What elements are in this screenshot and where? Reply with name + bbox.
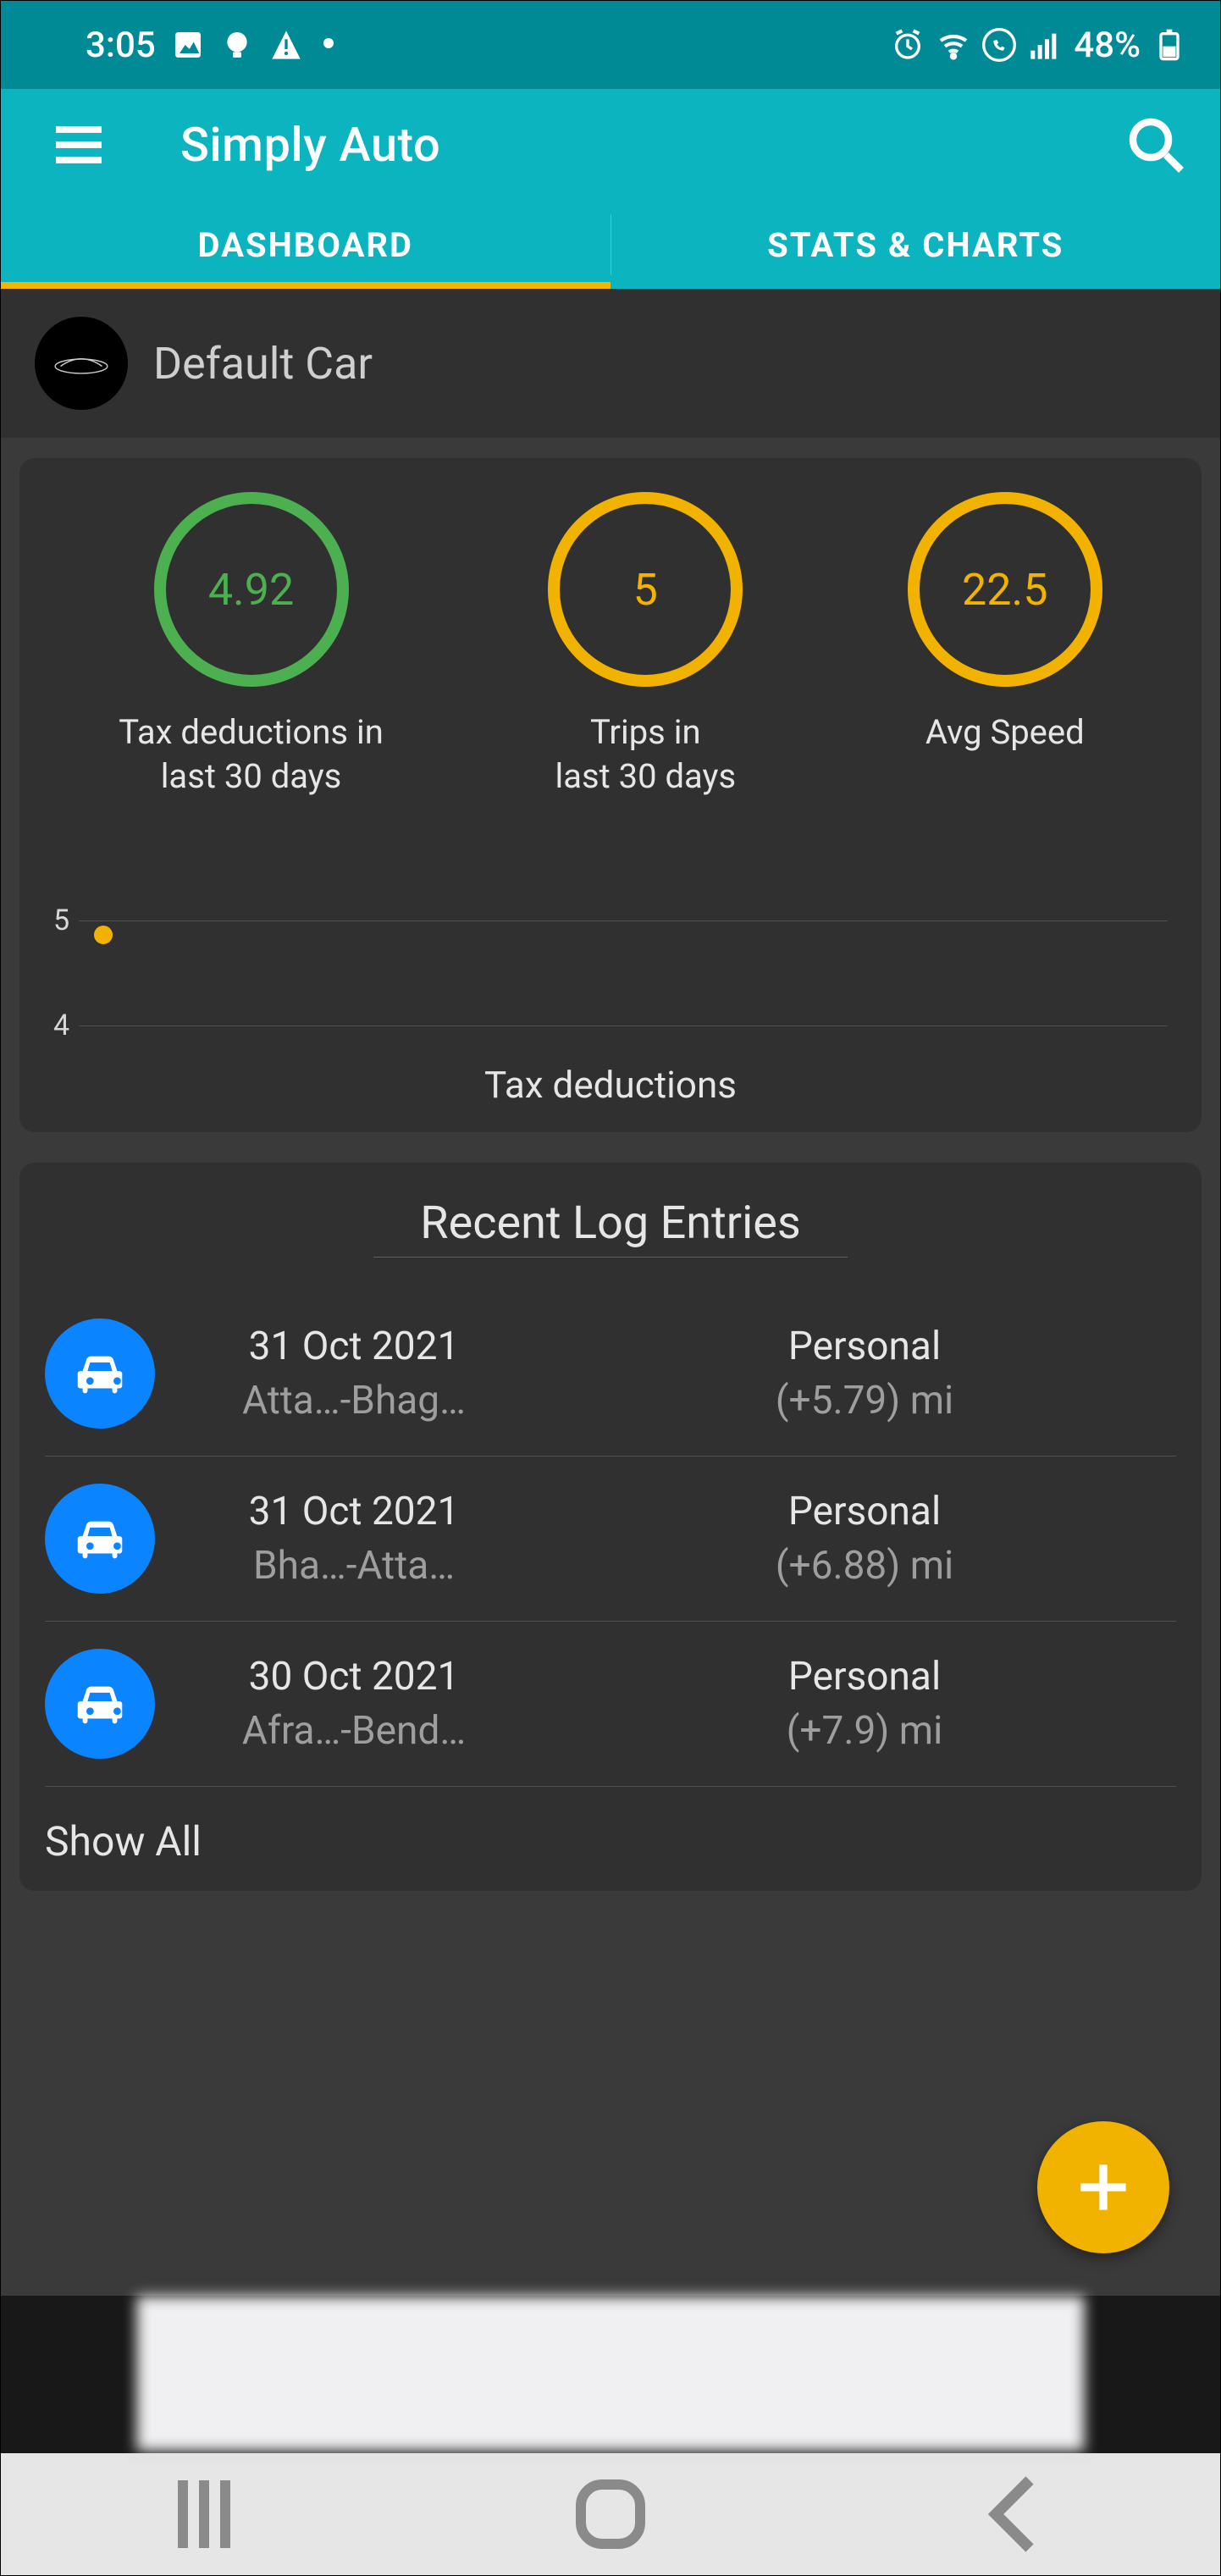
car-icon [45, 1484, 155, 1594]
chart-caption: Tax deductions [53, 1063, 1168, 1107]
ad-strip [1, 2296, 1220, 2453]
log-route: Atta…-Bhag… [197, 1378, 511, 1423]
recents-button[interactable] [153, 2480, 255, 2548]
tab-dashboard-label: DASHBOARD [197, 225, 413, 265]
status-right: 48% [891, 25, 1186, 66]
tab-dashboard[interactable]: DASHBOARD [1, 201, 610, 289]
log-item[interactable]: 31 Oct 2021 Atta…-Bhag… Personal (+5.79)… [45, 1291, 1176, 1457]
stat-tax-deductions[interactable]: 4.92 Tax deductions in last 30 days [119, 492, 384, 799]
log-distance: (+6.88) mi [553, 1543, 1176, 1589]
vehicle-avatar[interactable] [35, 317, 128, 410]
log-item[interactable]: 31 Oct 2021 Bha…-Atta… Personal (+6.88) … [45, 1457, 1176, 1622]
app-bar: Simply Auto [1, 89, 1220, 201]
log-route: Afra…-Bend… [197, 1708, 511, 1754]
bulb-icon [220, 28, 254, 62]
battery-percent: 48% [1074, 25, 1141, 66]
ad-banner[interactable] [136, 2296, 1085, 2452]
image-icon [171, 28, 205, 62]
log-card: Recent Log Entries 31 Oct 2021 Atta…-Bha… [19, 1163, 1202, 1891]
log-date: 31 Oct 2021 [197, 1489, 511, 1534]
log-list: 31 Oct 2021 Atta…-Bhag… Personal (+5.79)… [45, 1291, 1176, 1787]
home-button[interactable] [560, 2480, 661, 2548]
chart-gridline-5 [79, 920, 1168, 921]
chart-ylabel-4: 4 [53, 1009, 69, 1042]
log-date: 30 Oct 2021 [197, 1654, 511, 1700]
log-type: Personal [553, 1654, 1176, 1700]
log-title-underline [373, 1257, 848, 1258]
tab-stats-label: STATS & CHARTS [767, 225, 1064, 265]
stat-ring-trips: 5 [548, 492, 743, 687]
tab-stats-charts[interactable]: STATS & CHARTS [611, 201, 1221, 289]
chart-data-point [94, 926, 113, 944]
log-title: Recent Log Entries [45, 1197, 1176, 1250]
log-distance: (+7.9) mi [553, 1708, 1176, 1754]
wifi-icon [936, 28, 970, 62]
chart-ylabel-5: 5 [53, 904, 69, 937]
stat-ring-speed: 22.5 [908, 492, 1102, 687]
log-type: Personal [553, 1324, 1176, 1369]
show-all-button[interactable]: Show All [45, 1817, 202, 1866]
menu-button[interactable] [48, 114, 109, 175]
more-indicator-dot [323, 38, 334, 48]
wifi-calling-icon [982, 28, 1016, 62]
log-distance: (+5.79) mi [553, 1378, 1176, 1423]
back-button[interactable] [966, 2480, 1068, 2548]
stat-label-trips: Trips in last 30 days [548, 710, 743, 799]
vehicle-name: Default Car [153, 338, 373, 390]
fuel-warning-icon [269, 28, 303, 62]
stats-row: 4.92 Tax deductions in last 30 days 5 Tr… [36, 492, 1185, 799]
stat-ring-tax: 4.92 [154, 492, 349, 687]
signal-icon [1028, 28, 1062, 62]
chart-area: 5 4 Tax deductions [36, 900, 1185, 1107]
fab-add-button[interactable] [1037, 2121, 1169, 2253]
battery-icon [1152, 28, 1186, 62]
log-route: Bha…-Atta… [197, 1543, 511, 1589]
phone-frame: 3:05 48% [0, 0, 1221, 2576]
chart-gridline-4 [79, 1025, 1168, 1026]
chart-body: 5 4 [53, 900, 1168, 1036]
car-icon [45, 1649, 155, 1759]
status-time: 3:05 [86, 25, 156, 66]
stat-value-trips: 5 [633, 564, 658, 616]
search-button[interactable] [1125, 114, 1186, 175]
stat-value-tax: 4.92 [208, 564, 294, 616]
stat-trips[interactable]: 5 Trips in last 30 days [548, 492, 743, 799]
stats-card: 4.92 Tax deductions in last 30 days 5 Tr… [19, 458, 1202, 1132]
alarm-icon [891, 28, 925, 62]
stat-avg-speed[interactable]: 22.5 Avg Speed [908, 492, 1102, 799]
system-nav-bar [1, 2453, 1220, 2575]
log-type: Personal [553, 1489, 1176, 1534]
stat-label-speed: Avg Speed [908, 710, 1102, 755]
tab-bar: DASHBOARD STATS & CHARTS [1, 201, 1220, 289]
log-date: 31 Oct 2021 [197, 1324, 511, 1369]
status-bar: 3:05 48% [1, 1, 1220, 89]
vehicle-selector[interactable]: Default Car [1, 289, 1220, 438]
log-item[interactable]: 30 Oct 2021 Afra…-Bend… Personal (+7.9) … [45, 1622, 1176, 1787]
app-title: Simply Auto [180, 117, 1125, 173]
car-icon [45, 1318, 155, 1429]
content-area: 4.92 Tax deductions in last 30 days 5 Tr… [1, 438, 1220, 2296]
status-left: 3:05 [86, 25, 339, 66]
stat-label-tax: Tax deductions in last 30 days [119, 710, 384, 799]
stat-value-speed: 22.5 [962, 564, 1047, 616]
